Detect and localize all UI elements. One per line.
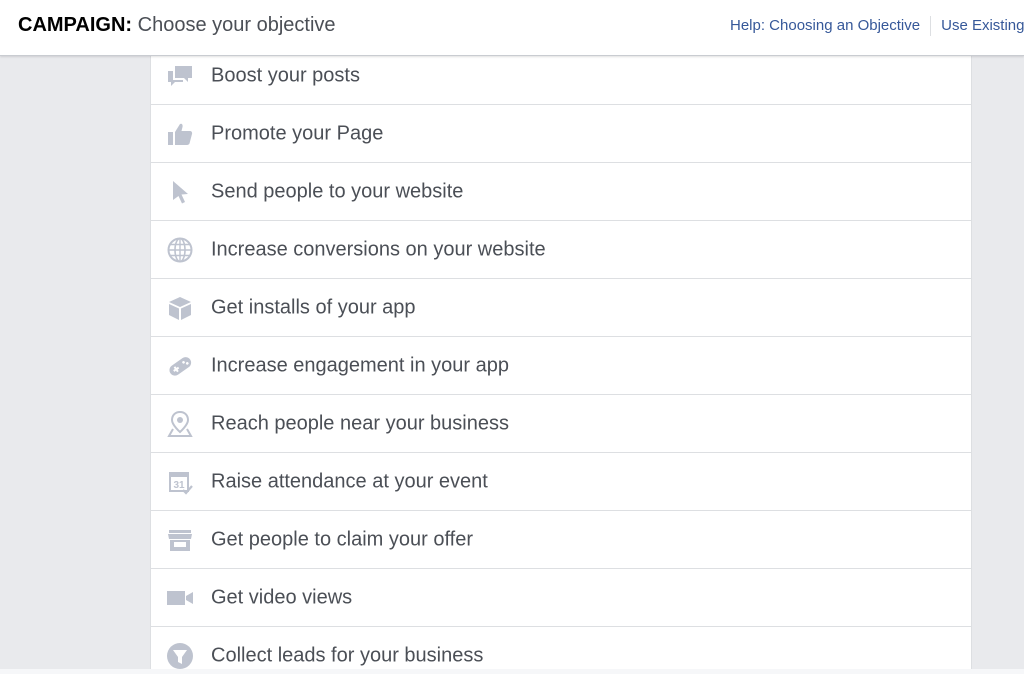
top-bar: CAMPAIGN: Choose your objective Help: Ch… (0, 0, 1024, 56)
objective-promote-page[interactable]: Promote your Page (151, 105, 971, 163)
link-divider (930, 16, 932, 36)
campaign-label: CAMPAIGN: (18, 14, 133, 36)
objective-list: Boost your posts Promote your Page Send … (151, 47, 971, 669)
objective-label: Increase conversions on your website (211, 238, 546, 260)
box-icon (166, 294, 194, 322)
store-icon (166, 526, 194, 554)
objective-label: Raise attendance at your event (211, 470, 488, 492)
thumbs-up-icon (166, 120, 194, 148)
calendar-day: 31 (173, 480, 185, 491)
header-links: Help: Choosing an Objective Use Existing (730, 16, 1024, 36)
objective-event-responses[interactable]: 31 Raise attendance at your event (151, 453, 971, 511)
objective-panel: Boost your posts Promote your Page Send … (150, 47, 972, 669)
objective-label: Promote your Page (211, 122, 384, 144)
objective-website-clicks[interactable]: Send people to your website (151, 163, 971, 221)
objective-label: Increase engagement in your app (211, 354, 509, 376)
calendar-icon: 31 (166, 468, 194, 496)
objective-label: Get people to claim your offer (211, 528, 473, 550)
globe-icon (166, 236, 194, 264)
page-title: CAMPAIGN: Choose your objective (18, 13, 336, 37)
chat-bubbles-icon (166, 62, 194, 90)
objective-label: Send people to your website (211, 180, 464, 202)
objective-label: Get video views (211, 586, 353, 608)
cursor-icon (166, 178, 194, 206)
objective-label: Reach people near your business (211, 412, 509, 434)
funnel-icon (166, 642, 194, 670)
use-existing-link[interactable]: Use Existing (941, 17, 1024, 34)
objective-video-views[interactable]: Get video views (151, 569, 971, 627)
video-camera-icon (166, 584, 194, 612)
map-pin-icon (166, 410, 194, 438)
objective-offer-claims[interactable]: Get people to claim your offer (151, 511, 971, 569)
gamepad-icon (166, 352, 194, 380)
title-text: Choose your objective (137, 14, 336, 36)
objective-lead-generation[interactable]: Collect leads for your business (151, 627, 971, 669)
objective-label: Boost your posts (211, 64, 360, 86)
bottom-edge (0, 669, 1024, 674)
help-link[interactable]: Help: Choosing an Objective (730, 17, 920, 34)
objective-app-installs[interactable]: Get installs of your app (151, 279, 971, 337)
objective-app-engagement[interactable]: Increase engagement in your app (151, 337, 971, 395)
objective-label: Get installs of your app (211, 296, 416, 318)
objective-local-awareness[interactable]: Reach people near your business (151, 395, 971, 453)
objective-website-conversions[interactable]: Increase conversions on your website (151, 221, 971, 279)
objective-label: Collect leads for your business (211, 644, 484, 666)
